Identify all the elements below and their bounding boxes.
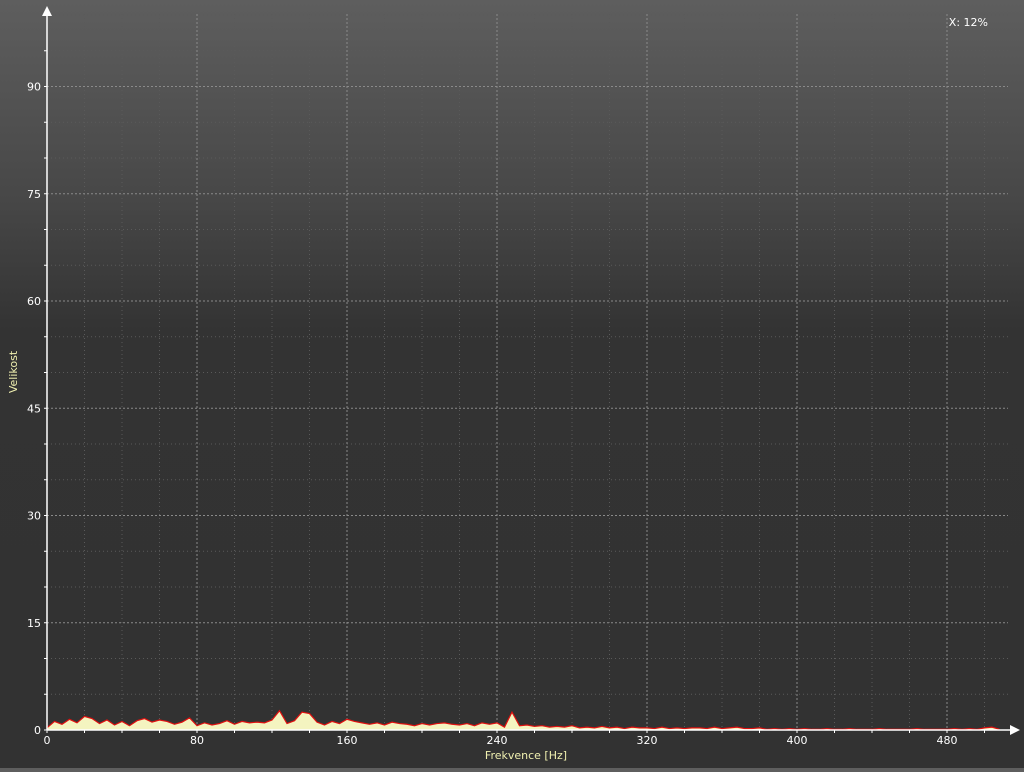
x-axis-arrow [1010,725,1020,735]
y-tick-label: 30 [27,510,41,523]
spectrum-chart: 0 80 160 240 320 400 480 0 15 30 45 60 75 90 Frekvenc… [0,0,1024,768]
x-tick-label: 480 [937,734,958,747]
x-tick-label: 320 [637,734,658,747]
x-axis-label: Frekvence [Hz] [485,749,567,762]
tick-labels: 0 80 160 240 320 400 480 0 15 30 45 60 75 90 [27,81,958,748]
y-axis-label: Velikost [7,350,20,393]
x-tick-label: 240 [487,734,508,747]
x-tick-label: 400 [787,734,808,747]
y-tick-label: 45 [27,402,41,415]
y-tick-label: 75 [27,188,41,201]
readout-label: X: [948,16,961,29]
x-tick-label: 80 [190,734,204,747]
chart-canvas: 0 80 160 240 320 400 480 0 15 30 45 60 75 90 Frekvenc… [7,6,1020,762]
y-tick-label: 90 [27,81,41,94]
y-tick-label: 15 [27,617,41,630]
spectrum-fill [47,710,1000,730]
x-tick-label: 0 [44,734,51,747]
data-area [46,709,1000,730]
y-tick-label: 0 [34,724,41,737]
axes [42,6,1020,735]
y-tick-label: 60 [27,295,41,308]
readout-value: 12% [963,16,988,29]
x-tick-label: 160 [337,734,358,747]
grid-lines [47,14,1008,730]
cursor-readout: X: 12% [949,16,988,29]
